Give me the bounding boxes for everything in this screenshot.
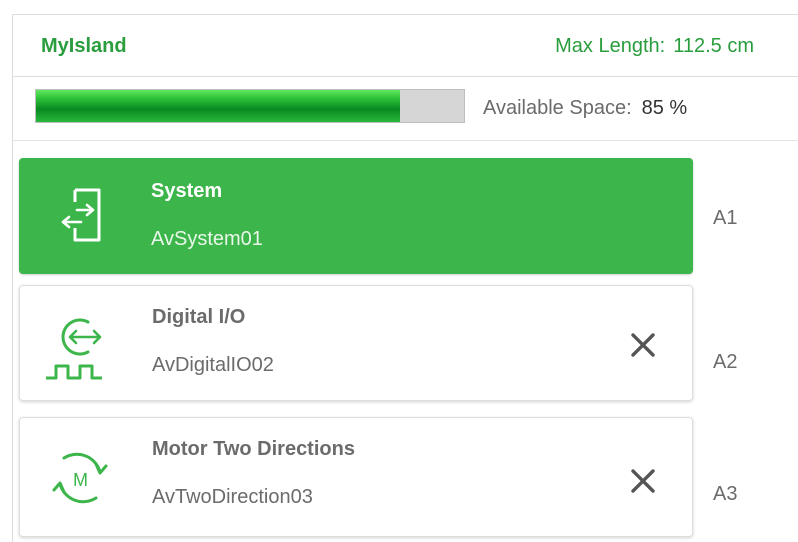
slot-title: Digital I/O: [152, 306, 246, 328]
max-length-value: 112.5 cm: [673, 35, 754, 57]
module-slot-motor-two-directions[interactable]: M Motor Two Directions AvTwoDirection03: [19, 417, 693, 537]
slot-subtitle: AvDigitalIO02: [152, 354, 274, 376]
motor-icon: M: [52, 452, 108, 504]
module-slot-digital-io[interactable]: Digital I/O AvDigitalIO02: [19, 285, 693, 401]
svg-text:M: M: [73, 470, 88, 490]
remove-module-button[interactable]: [628, 466, 658, 496]
slot-subtitle: AvSystem01: [151, 228, 263, 250]
max-length-label: Max Length:: [555, 35, 666, 57]
remove-module-button[interactable]: [628, 330, 658, 360]
slot-title: Motor Two Directions: [152, 438, 355, 460]
available-space-value: 85 %: [641, 97, 688, 119]
available-space-bar: [35, 89, 465, 123]
slot-subtitle: AvTwoDirection03: [152, 486, 313, 508]
island-name: MyIsland: [41, 35, 127, 57]
available-space: Available Space: 85 %: [483, 97, 687, 120]
max-length: Max Length: 112.5 cm: [555, 35, 754, 58]
available-space-row: Available Space: 85 %: [13, 77, 798, 141]
island-panel: MyIsland Max Length: 112.5 cm Available S…: [12, 14, 798, 542]
slot-position-a1: A1: [713, 207, 738, 229]
slot-title: System: [151, 180, 223, 202]
slot-position-a2: A2: [713, 351, 738, 373]
system-icon: [61, 188, 101, 242]
available-space-fill: [36, 90, 400, 122]
module-slot-system[interactable]: System AvSystem01: [19, 158, 693, 274]
digital-io-icon: [46, 318, 102, 380]
slot-position-a3: A3: [713, 483, 738, 505]
island-header: MyIsland Max Length: 112.5 cm: [13, 15, 798, 77]
available-space-label: Available Space:: [483, 97, 632, 119]
